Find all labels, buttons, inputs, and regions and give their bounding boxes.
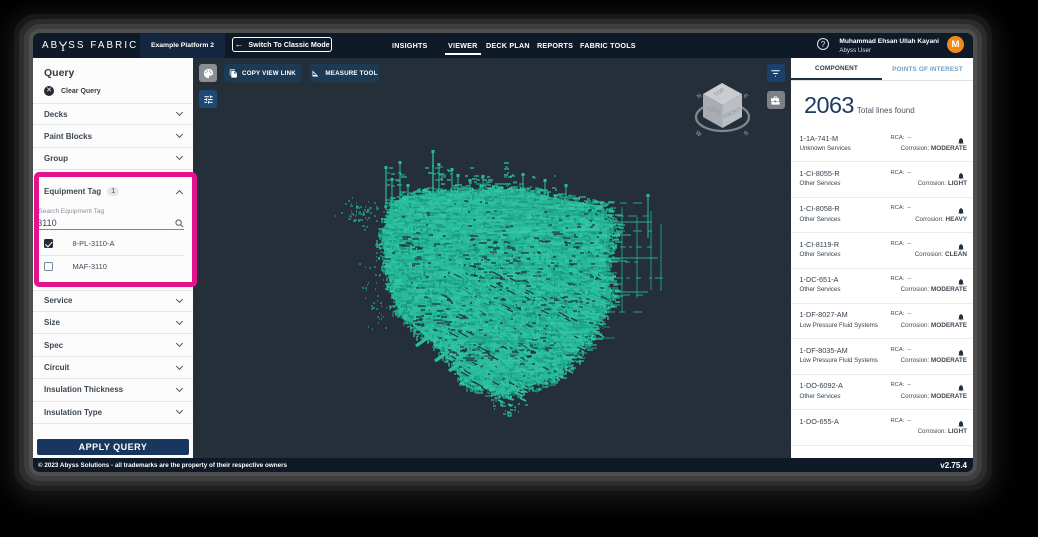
- svg-text:W: W: [694, 130, 702, 138]
- svg-text:N: N: [696, 93, 703, 100]
- svg-text:S: S: [743, 130, 750, 137]
- svg-text:E: E: [742, 93, 749, 100]
